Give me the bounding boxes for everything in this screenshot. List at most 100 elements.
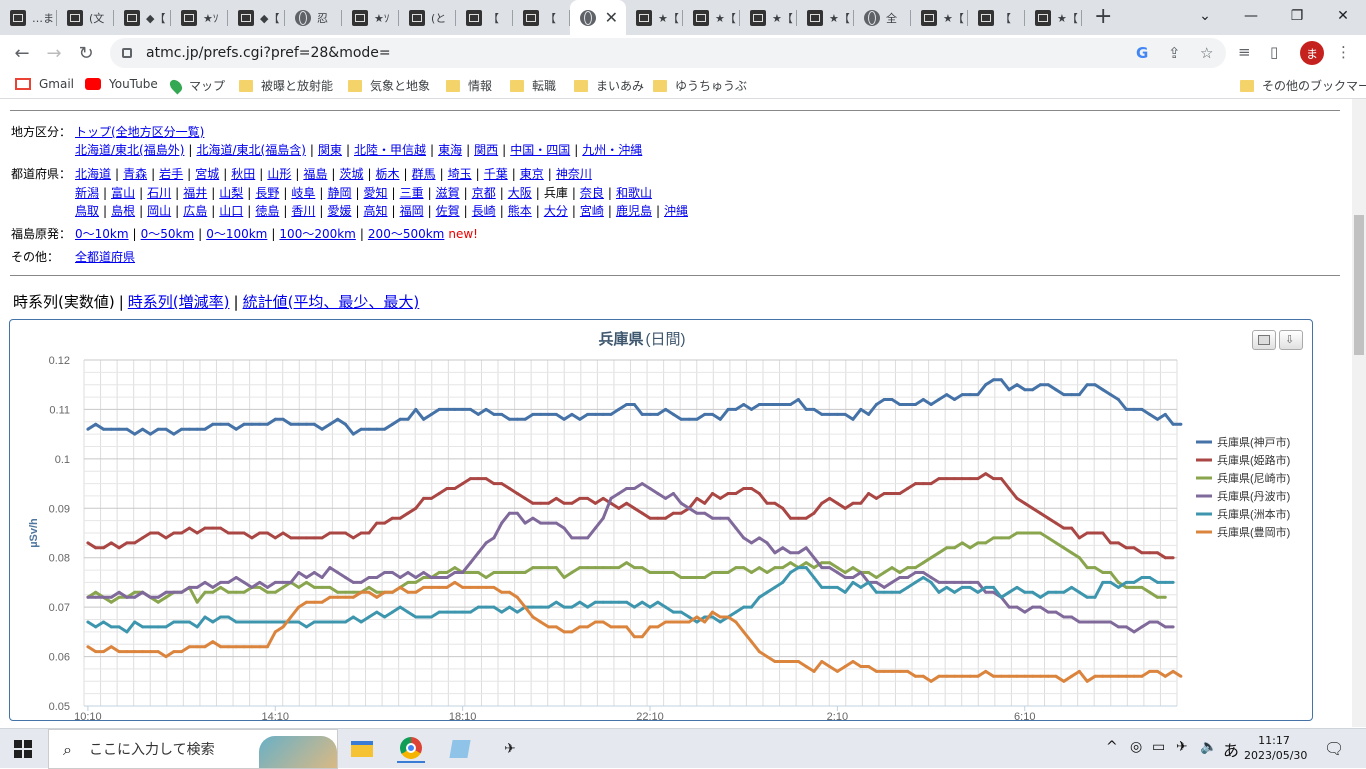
- data-point[interactable]: [1093, 620, 1097, 624]
- data-point[interactable]: [242, 531, 246, 535]
- data-point[interactable]: [617, 625, 621, 629]
- data-point[interactable]: [226, 580, 230, 584]
- data-point[interactable]: [703, 511, 707, 515]
- data-point[interactable]: [390, 571, 394, 574]
- data-point[interactable]: [469, 571, 472, 574]
- data-point[interactable]: [1163, 625, 1167, 629]
- data-point[interactable]: [765, 590, 769, 594]
- nav-link[interactable]: 広島: [183, 204, 207, 218]
- data-point[interactable]: [320, 620, 324, 624]
- data-point[interactable]: [453, 407, 457, 411]
- data-point[interactable]: [437, 571, 441, 574]
- data-point[interactable]: [656, 571, 660, 574]
- data-point[interactable]: [234, 645, 238, 649]
- data-point[interactable]: [781, 546, 785, 550]
- data-point[interactable]: [102, 546, 105, 550]
- data-point[interactable]: [593, 501, 597, 505]
- data-point[interactable]: [484, 585, 488, 589]
- data-point[interactable]: [383, 615, 387, 619]
- data-point[interactable]: [289, 620, 293, 624]
- data-point[interactable]: [375, 576, 379, 579]
- data-point[interactable]: [133, 432, 137, 436]
- data-point[interactable]: [281, 531, 285, 535]
- data-point[interactable]: [1156, 417, 1159, 421]
- data-point[interactable]: [874, 669, 878, 673]
- data-point[interactable]: [109, 625, 113, 629]
- data-point[interactable]: [890, 590, 894, 594]
- data-point[interactable]: [226, 422, 230, 426]
- data-point[interactable]: [1085, 679, 1089, 683]
- data-point[interactable]: [593, 566, 597, 570]
- data-point[interactable]: [726, 571, 730, 574]
- data-point[interactable]: [874, 403, 878, 406]
- data-point[interactable]: [109, 645, 113, 649]
- data-point[interactable]: [648, 487, 652, 490]
- data-point[interactable]: [180, 620, 184, 624]
- data-point[interactable]: [820, 585, 824, 589]
- data-point[interactable]: [258, 422, 262, 426]
- data-point[interactable]: [765, 571, 769, 574]
- data-point[interactable]: [531, 516, 535, 520]
- data-point[interactable]: [617, 566, 621, 570]
- data-point[interactable]: [718, 571, 722, 574]
- data-point[interactable]: [148, 531, 152, 535]
- data-point[interactable]: [992, 585, 995, 589]
- notepad-icon[interactable]: [446, 735, 474, 763]
- data-point[interactable]: [984, 472, 988, 476]
- data-point[interactable]: [109, 541, 113, 545]
- data-point[interactable]: [656, 492, 660, 495]
- data-point[interactable]: [796, 398, 800, 401]
- data-point[interactable]: [297, 585, 301, 589]
- data-point[interactable]: [211, 585, 215, 589]
- data-point[interactable]: [890, 398, 894, 401]
- nav-link[interactable]: 徳島: [255, 204, 279, 218]
- data-point[interactable]: [469, 477, 472, 481]
- data-point[interactable]: [1148, 551, 1152, 555]
- data-point[interactable]: [148, 595, 152, 599]
- data-point[interactable]: [906, 403, 910, 406]
- download-chart-button[interactable]: ⇩: [1279, 330, 1303, 350]
- data-point[interactable]: [1171, 580, 1175, 584]
- data-point[interactable]: [765, 541, 769, 545]
- data-point[interactable]: [539, 620, 543, 624]
- data-point[interactable]: [890, 492, 894, 495]
- data-point[interactable]: [515, 571, 519, 574]
- data-point[interactable]: [1093, 674, 1097, 678]
- data-point[interactable]: [234, 620, 238, 624]
- data-point[interactable]: [367, 576, 371, 579]
- data-point[interactable]: [273, 590, 277, 594]
- data-point[interactable]: [578, 566, 582, 570]
- data-point[interactable]: [1062, 526, 1066, 530]
- data-point[interactable]: [625, 600, 629, 604]
- data-point[interactable]: [1077, 669, 1081, 673]
- data-point[interactable]: [1140, 551, 1144, 555]
- data-point[interactable]: [180, 590, 184, 594]
- data-point[interactable]: [390, 610, 394, 614]
- data-point[interactable]: [344, 576, 347, 579]
- data-point[interactable]: [679, 620, 683, 624]
- data-point[interactable]: [117, 590, 121, 594]
- data-point[interactable]: [1101, 531, 1105, 535]
- data-point[interactable]: [586, 536, 590, 540]
- data-point[interactable]: [117, 650, 121, 654]
- data-point[interactable]: [960, 541, 964, 545]
- data-point[interactable]: [94, 590, 98, 594]
- data-point[interactable]: [476, 551, 480, 555]
- data-point[interactable]: [984, 669, 988, 673]
- data-point[interactable]: [1148, 669, 1152, 673]
- data-point[interactable]: [508, 571, 511, 574]
- back-button[interactable]: ←: [6, 37, 38, 69]
- data-point[interactable]: [1031, 605, 1035, 609]
- nav-link[interactable]: 滋賀: [436, 186, 460, 200]
- data-point[interactable]: [703, 615, 707, 619]
- data-point[interactable]: [750, 571, 753, 574]
- data-point[interactable]: [117, 595, 121, 599]
- data-point[interactable]: [429, 615, 433, 619]
- data-point[interactable]: [562, 501, 566, 505]
- data-point[interactable]: [445, 610, 449, 614]
- data-point[interactable]: [1023, 388, 1027, 392]
- nav-link[interactable]: 大阪: [508, 186, 532, 200]
- data-point[interactable]: [367, 615, 371, 619]
- data-point[interactable]: [367, 590, 371, 594]
- nav-link[interactable]: 和歌山: [616, 186, 652, 200]
